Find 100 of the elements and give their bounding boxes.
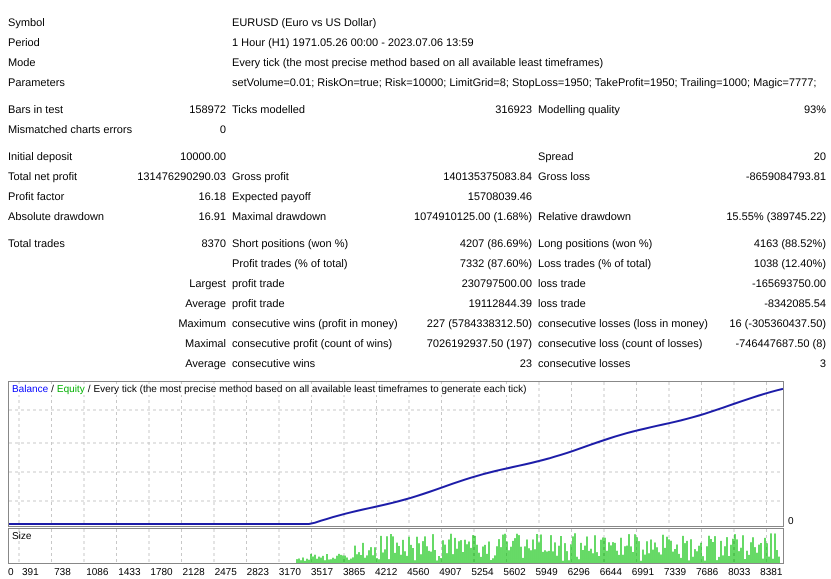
stat-label: Maximal drawdown <box>232 211 328 223</box>
stat-value: 10000.00 <box>179 151 226 163</box>
axis-label: 4907 <box>439 567 462 578</box>
axis-label: 391 <box>22 567 40 578</box>
stat-label: Total net profit <box>8 171 78 183</box>
stat-label: Profit factor <box>8 191 66 203</box>
axis-label: 5949 <box>536 567 559 578</box>
stat-label: Initial deposit <box>8 151 74 163</box>
stat-value: 20 <box>812 151 826 163</box>
stat-label: consecutive wins <box>232 358 316 370</box>
axis-label: 7339 <box>664 567 688 578</box>
stat-label: Gross loss <box>538 171 591 183</box>
stat-label: Maximal <box>184 338 226 350</box>
stat-value: -8659084793.81 <box>744 171 826 183</box>
stat-label: consecutive losses (loss in money) <box>538 318 708 330</box>
stat-value: 16.91 <box>197 211 226 223</box>
stat-label: Relative drawdown <box>538 211 632 223</box>
stat-value: Every tick (the most precise method based on all available least timeframes) <box>232 57 604 69</box>
stat-label: loss trade <box>538 298 587 310</box>
stat-label: Absolute drawdown <box>8 211 106 223</box>
stat-value: 1038 (12.40%) <box>752 258 826 270</box>
stat-label: Expected payoff <box>232 191 312 203</box>
axis-label: 2475 <box>214 567 238 578</box>
stat-value: 7026192937.50 (197) <box>426 338 532 350</box>
axis-label: 0 <box>788 517 794 527</box>
stat-label: Bars in test <box>8 104 64 116</box>
legend-label: Balance <box>12 384 48 395</box>
axis-label: 1780 <box>150 567 174 578</box>
legend-label: Every tick (the most precise method based on all available least timeframes to generate each tick) <box>94 384 526 395</box>
axis-label: 4560 <box>407 567 430 578</box>
axis-label: 6296 <box>568 567 591 578</box>
stat-value: 8370 <box>200 238 226 250</box>
stat-label: Period <box>8 37 41 49</box>
stat-value: 158972 <box>188 104 226 116</box>
stat-label: Parameters <box>8 77 66 89</box>
axis-label: 5602 <box>503 567 527 578</box>
stat-value: 230797500.00 <box>460 278 532 290</box>
axis-label: 6991 <box>632 567 656 578</box>
stat-value: -8342085.54 <box>763 298 826 310</box>
stat-label: Average <box>184 298 226 310</box>
stat-label: consecutive profit (count of wins) <box>232 338 394 350</box>
stat-value: 4163 (88.52%) <box>752 238 826 250</box>
stat-value: -165693750.00 <box>750 278 826 290</box>
stat-value: 16.18 <box>197 191 226 203</box>
stat-value: 131476290290.03 <box>136 171 226 183</box>
axis-label: 6644 <box>600 567 623 578</box>
stat-value: 93% <box>802 104 826 116</box>
stat-label: consecutive wins (profit in money) <box>232 318 397 330</box>
stat-value: 227 (5784338312.50) <box>426 318 532 330</box>
stat-value: 16 (-305360437.50) <box>728 318 826 330</box>
stat-label: Symbol <box>8 17 46 29</box>
stat-label: consecutive loss (count of losses) <box>538 338 704 350</box>
stat-value: 15708039.46 <box>466 191 532 203</box>
stat-value: setVolume=0.01; RiskOn=true; Risk=10000; LimitGrid=8; StopLoss=1950; TakeProfit=1950; Trailing=1000; Magic=7777; <box>232 77 818 89</box>
stat-value: 15.55% (389745.22) <box>725 211 826 223</box>
stat-label: Short positions (won %) <box>232 238 350 250</box>
stat-label: Total trades <box>8 238 66 250</box>
stat-label: Ticks modelled <box>232 104 306 116</box>
stat-label: Gross profit <box>232 171 290 183</box>
legend-separator: / <box>88 384 90 395</box>
axis-label: 2823 <box>246 567 270 578</box>
stat-value: 316923 <box>494 104 532 116</box>
stat-value: 7332 (87.60%) <box>458 258 532 270</box>
stat-label: Average <box>184 358 226 370</box>
axis-label: 2128 <box>182 567 206 578</box>
axis-label: 3170 <box>278 567 302 578</box>
stat-value: 23 <box>518 358 532 370</box>
stat-value: 0 <box>218 124 226 136</box>
legend-label: Equity <box>56 384 85 395</box>
stat-label: Long positions (won %) <box>538 238 654 250</box>
stat-value: -746447687.50 (8) <box>734 338 826 350</box>
stat-label: profit trade <box>232 278 286 290</box>
stat-label: profit trade <box>232 298 286 310</box>
stat-value: EURUSD (Euro vs US Dollar) <box>232 17 378 29</box>
stat-value: 140135375083.84 <box>442 171 532 183</box>
stat-label: Profit trades (% of total) <box>232 258 349 270</box>
stat-label: Modelling quality <box>538 104 621 116</box>
stat-value: 4207 (86.69%) <box>458 238 532 250</box>
stat-label: Spread <box>538 151 574 163</box>
stat-value: 3 <box>818 358 826 370</box>
stat-value: 1 Hour (H1) 1971.05.26 00:00 - 2023.07.06 13:59 <box>232 37 475 49</box>
axis-label: 4212 <box>375 567 398 578</box>
axis-label: 738 <box>54 567 72 578</box>
axis-label: 3865 <box>342 567 366 578</box>
stat-value: 1074910125.00 (1.68%) <box>412 211 532 223</box>
axis-label: 1086 <box>86 567 110 578</box>
stat-label: consecutive losses <box>538 358 632 370</box>
stat-value: 19112844.39 <box>468 298 532 310</box>
stat-label: loss trade <box>538 278 587 290</box>
axis-label: 3517 <box>310 567 334 578</box>
stat-label: Maximum <box>177 318 226 330</box>
axis-label: 7686 <box>696 567 720 578</box>
stat-label: Largest <box>188 278 226 290</box>
axis-label: 8381 <box>760 567 784 578</box>
axis-label: 1433 <box>118 567 142 578</box>
axis-label: 8033 <box>728 567 752 578</box>
stat-label: Loss trades (% of total) <box>538 258 652 270</box>
panel-label: Size <box>12 531 32 542</box>
stat-label: Mode <box>8 57 37 69</box>
legend-separator: / <box>51 384 54 395</box>
